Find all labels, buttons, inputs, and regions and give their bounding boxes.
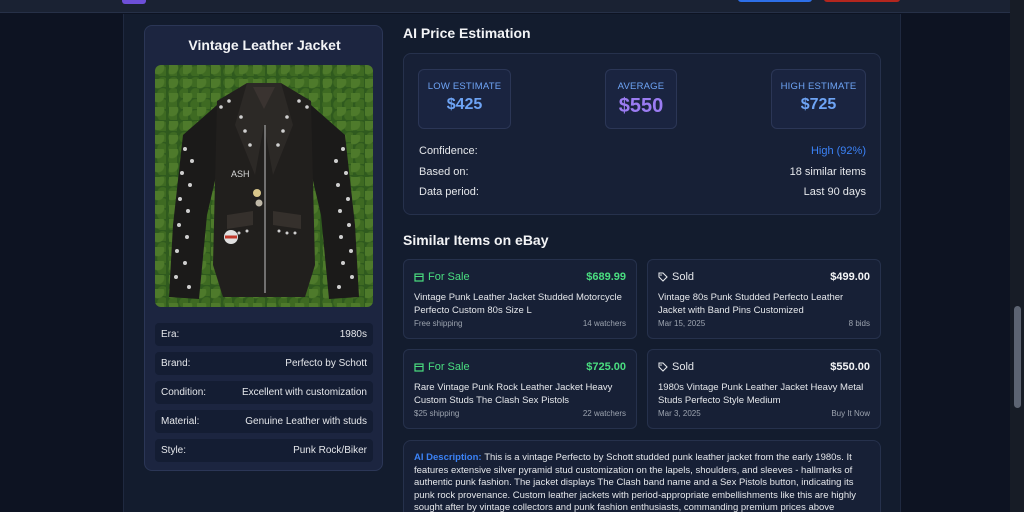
- based-on-value: 18 similar items: [789, 166, 866, 178]
- ai-description-box: AI Description: This is a vintage Perfec…: [403, 440, 881, 512]
- top-navbar: [0, 0, 1024, 13]
- sold-status: Sold: [658, 361, 694, 373]
- spec-value: 1980s: [339, 329, 367, 340]
- sold-date: Mar 3, 2025: [658, 409, 701, 418]
- low-estimate-label: LOW ESTIMATE: [427, 81, 502, 92]
- svg-text:ASH: ASH: [231, 169, 250, 179]
- similar-item-header: Sold $499.00: [658, 271, 870, 283]
- data-period-value: Last 90 days: [803, 186, 866, 198]
- spec-row-brand: Brand: Perfecto by Schott: [155, 352, 373, 375]
- similar-item-card[interactable]: Sold $499.00 Vintage 80s Punk Studded Pe…: [647, 259, 881, 339]
- similar-item-card[interactable]: Sold $550.00 1980s Vintage Punk Leather …: [647, 349, 881, 429]
- spec-row-material: Material: Genuine Leather with studs: [155, 410, 373, 433]
- low-estimate-card: LOW ESTIMATE $425: [418, 69, 511, 129]
- based-on-row: Based on: 18 similar items: [419, 166, 866, 178]
- similar-item-title[interactable]: 1980s Vintage Punk Leather Jacket Heavy …: [658, 381, 870, 407]
- sold-date: Mar 15, 2025: [658, 319, 706, 328]
- item-price: $725.00: [586, 361, 626, 373]
- primary-nav-button[interactable]: [738, 0, 812, 2]
- similar-item-footer: $25 shipping 22 watchers: [414, 409, 626, 418]
- status-label: For Sale: [428, 361, 470, 373]
- high-estimate-card: HIGH ESTIMATE $725: [771, 69, 866, 129]
- data-period-row: Data period: Last 90 days: [419, 186, 866, 198]
- item-price: $499.00: [830, 271, 870, 283]
- high-estimate-label: HIGH ESTIMATE: [780, 81, 857, 92]
- scrollbar-thumb[interactable]: [1014, 306, 1021, 408]
- item-price: $550.00: [830, 361, 870, 373]
- spec-label: Brand:: [161, 358, 191, 369]
- spec-label: Style:: [161, 445, 187, 456]
- tag-icon: [658, 272, 668, 282]
- danger-nav-button[interactable]: [824, 0, 900, 2]
- similar-item-header: For Sale $725.00: [414, 361, 626, 373]
- item-photo: ASH: [155, 65, 373, 307]
- similar-item-footer: Mar 15, 2025 8 bids: [658, 319, 870, 328]
- shipping-info: $25 shipping: [414, 409, 460, 418]
- watchers-info: 14 watchers: [582, 319, 626, 328]
- spec-row-era: Era: 1980s: [155, 323, 373, 346]
- confidence-label: Confidence:: [419, 145, 478, 157]
- spec-row-condition: Condition: Excellent with customization: [155, 381, 373, 404]
- jacket-image: ASH: [169, 83, 359, 299]
- status-label: Sold: [672, 361, 695, 373]
- high-estimate-value: $725: [800, 96, 837, 113]
- based-on-label: Based on:: [419, 166, 469, 178]
- spec-label: Era:: [161, 329, 180, 340]
- spec-value: Perfecto by Schott: [285, 358, 367, 369]
- similar-item-card[interactable]: For Sale $689.99 Vintage Punk Leather Ja…: [403, 259, 637, 339]
- similar-item-card[interactable]: For Sale $725.00 Rare Vintage Punk Rock …: [403, 349, 637, 429]
- average-estimate-card: AVERAGE $550: [605, 69, 677, 129]
- similar-item-title[interactable]: Vintage Punk Leather Jacket Studded Moto…: [414, 291, 626, 317]
- similar-item-footer: Free shipping 14 watchers: [414, 319, 626, 328]
- storefront-icon: [414, 273, 424, 282]
- spec-label: Condition:: [161, 387, 207, 398]
- spec-label: Material:: [161, 416, 200, 427]
- data-period-label: Data period:: [419, 186, 479, 198]
- shipping-info: Free shipping: [414, 319, 463, 328]
- app-logo[interactable]: [122, 0, 146, 4]
- average-label: AVERAGE: [617, 81, 665, 92]
- estimation-title: AI Price Estimation: [403, 25, 531, 41]
- low-estimate-value: $425: [446, 96, 483, 113]
- spec-row-style: Style: Punk Rock/Biker: [155, 439, 373, 462]
- status-label: For Sale: [428, 271, 470, 283]
- scrollbar-track[interactable]: [1010, 0, 1024, 512]
- confidence-row: Confidence: High (92%): [419, 145, 866, 157]
- item-title: Vintage Leather Jacket: [188, 37, 341, 53]
- spec-value: Excellent with customization: [241, 387, 367, 398]
- item-card: Vintage Leather Jacket ASH Era: 1980s Br…: [144, 25, 383, 471]
- similar-item-title[interactable]: Rare Vintage Punk Rock Leather Jacket He…: [414, 381, 626, 407]
- confidence-value: High (92%): [810, 145, 866, 157]
- for-sale-status: For Sale: [414, 271, 470, 283]
- sold-status: Sold: [658, 271, 694, 283]
- listing-type: Buy It Now: [831, 409, 870, 418]
- bids-info: 8 bids: [848, 319, 870, 328]
- similar-item-header: Sold $550.00: [658, 361, 870, 373]
- average-value: $550: [618, 95, 664, 117]
- for-sale-status: For Sale: [414, 361, 470, 373]
- spec-value: Genuine Leather with studs: [245, 416, 367, 427]
- similar-items-title: Similar Items on eBay: [403, 232, 549, 248]
- watchers-info: 22 watchers: [582, 409, 626, 418]
- estimation-box: LOW ESTIMATE $425 AVERAGE $550 HIGH ESTI…: [403, 53, 881, 215]
- status-label: Sold: [672, 271, 695, 283]
- ai-description-label: AI Description:: [414, 452, 485, 463]
- similar-item-footer: Mar 3, 2025 Buy It Now: [658, 409, 870, 418]
- spec-list: Era: 1980s Brand: Perfecto by Schott Con…: [155, 323, 373, 468]
- similar-item-title[interactable]: Vintage 80s Punk Studded Perfecto Leathe…: [658, 291, 870, 317]
- item-price: $689.99: [586, 271, 626, 283]
- tag-icon: [658, 362, 668, 372]
- similar-item-header: For Sale $689.99: [414, 271, 626, 283]
- spec-value: Punk Rock/Biker: [293, 445, 367, 456]
- storefront-icon: [414, 363, 424, 372]
